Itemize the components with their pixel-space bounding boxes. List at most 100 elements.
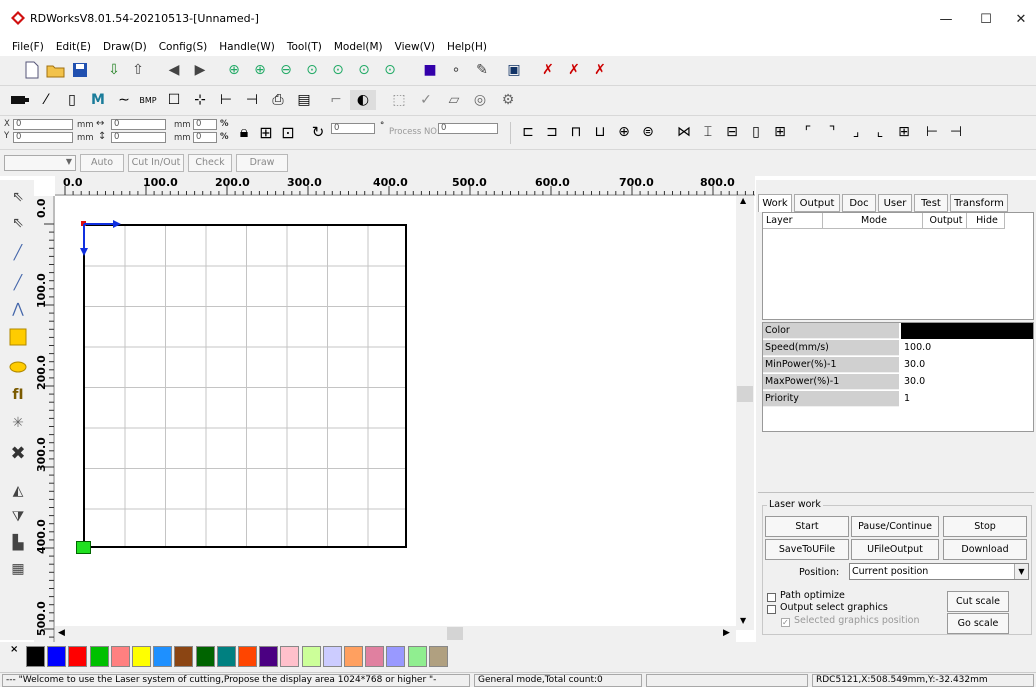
color-swatch[interactable] [47, 646, 67, 667]
prop-priority-value[interactable]: 1 [901, 391, 1033, 407]
color-swatch[interactable] [280, 646, 300, 667]
save-icon[interactable] [70, 60, 90, 80]
color-swatch[interactable] [386, 646, 406, 667]
pen-icon[interactable]: ✎ [472, 60, 492, 80]
zoom-out-icon[interactable]: ⊖ [276, 60, 296, 80]
color-swatch[interactable] [68, 646, 88, 667]
color-swatch[interactable] [174, 646, 194, 667]
pause-continue-button[interactable]: Pause/Continue [851, 516, 939, 537]
cut-scale-button[interactable]: Cut scale [947, 591, 1009, 612]
shade-icon[interactable]: ◐ [350, 90, 376, 110]
scroll-left-icon[interactable]: ◀ [58, 628, 65, 638]
close-button[interactable]: ✕ [1006, 6, 1036, 34]
scroll-down-icon[interactable]: ▼ [740, 616, 746, 625]
new-file-icon[interactable] [22, 60, 42, 80]
menu-handle[interactable]: Handle(W) [215, 38, 279, 56]
same-size-icon[interactable]: ⊞ [770, 122, 790, 142]
dot-tool-icon[interactable]: ✳ [7, 412, 29, 434]
prop-minpower-value[interactable]: 30.0 [901, 357, 1033, 373]
rotate-icon[interactable]: ↻ [308, 122, 328, 142]
rectangle-icon[interactable] [7, 326, 29, 348]
chevron-down-icon[interactable]: ▼ [1014, 564, 1028, 579]
import-icon[interactable]: ⇩ [104, 60, 124, 80]
open-folder-icon[interactable] [46, 60, 66, 80]
align-top-icon[interactable]: ⊓ [566, 122, 586, 142]
color-swatch[interactable] [301, 646, 321, 667]
prop-color-swatch[interactable] [901, 323, 1033, 339]
ufile-output-button[interactable]: UFileOutput [851, 539, 939, 560]
col-layer[interactable]: Layer [763, 213, 823, 229]
menu-file[interactable]: File(F) [8, 38, 48, 56]
menu-view[interactable]: View(V) [391, 38, 439, 56]
ruler-icon[interactable]: ▯ [62, 90, 82, 110]
tab-user[interactable]: User [878, 194, 912, 212]
work-canvas[interactable] [55, 196, 736, 626]
vertical-scrollbar[interactable]: ▲ ▼ [736, 196, 754, 630]
tab-transform[interactable]: Transform [950, 194, 1008, 212]
zoom-fit-icon[interactable]: ⊙ [354, 60, 374, 80]
align-center-h-icon[interactable]: ⊕ [614, 122, 634, 142]
maximize-button[interactable]: ☐ [966, 6, 1006, 34]
save-to-ufile-button[interactable]: SaveToUFile [765, 539, 849, 560]
menu-config[interactable]: Config(S) [155, 38, 212, 56]
layer-table[interactable]: Layer Mode Output Hide [762, 212, 1034, 320]
width-input[interactable]: 0 [111, 119, 166, 130]
color-swatch[interactable] [195, 646, 215, 667]
panel-splitter[interactable] [758, 492, 1034, 493]
space-h-icon[interactable]: ⋈ [674, 122, 694, 142]
print-icon[interactable]: ⎙ [268, 90, 288, 110]
check-all-icon[interactable]: ✗ [590, 60, 610, 80]
mirror-h-icon[interactable]: ◭ [7, 480, 29, 502]
lock-icon[interactable]: 🔒︎ [234, 122, 254, 142]
horizontal-scrollbar[interactable]: ◀ ▶ [55, 626, 736, 642]
zoom-all-icon[interactable]: ⊙ [380, 60, 400, 80]
corner-tr-icon[interactable]: ⌝ [822, 122, 842, 142]
menu-tool[interactable]: Tool(T) [283, 38, 326, 56]
rect-select-icon[interactable]: ☐ [164, 90, 184, 110]
menu-draw[interactable]: Draw(D) [99, 38, 151, 56]
color-swatch[interactable] [89, 646, 109, 667]
draw-button[interactable]: Draw [236, 154, 288, 172]
selected-pos-checkbox[interactable]: ✓ [781, 618, 790, 627]
width-icon[interactable]: ⊢ [216, 90, 236, 110]
frame-icon[interactable]: ■ [420, 60, 440, 80]
same-width-icon[interactable]: ⊟ [722, 122, 742, 142]
color-swatch[interactable] [428, 646, 448, 667]
panel-icon[interactable]: ▤ [294, 90, 314, 110]
space-v-icon[interactable]: ⌶ [698, 122, 718, 142]
tab-test[interactable]: Test [914, 194, 948, 212]
dist-left-icon[interactable]: ⊢ [922, 122, 942, 142]
text-icon[interactable]: fI [7, 384, 29, 406]
dist-right-icon[interactable]: ⊣ [946, 122, 966, 142]
auto-button[interactable]: Auto [80, 154, 124, 172]
prop-speed-value[interactable]: 100.0 [901, 340, 1033, 356]
position-select[interactable]: Current position ▼ [849, 563, 1029, 580]
same-height-icon[interactable]: ▯ [746, 122, 766, 142]
menu-edit[interactable]: Edit(E) [52, 38, 95, 56]
parallelogram-icon[interactable]: ▱ [444, 90, 464, 110]
undo-icon[interactable]: ◀ [164, 60, 184, 80]
line-icon[interactable]: ╱ [7, 242, 29, 264]
col-mode[interactable]: Mode [823, 213, 923, 229]
cut-in-out-button[interactable]: Cut In/Out [128, 154, 184, 172]
check-x-icon[interactable]: ✗ [538, 60, 558, 80]
dotted-frame-icon[interactable]: ⬚ [386, 90, 412, 110]
minimize-button[interactable]: — [926, 6, 966, 34]
checkbox-icon[interactable]: ⌐ [326, 90, 346, 110]
redo-icon[interactable]: ▶ [190, 60, 210, 80]
prop-maxpower-value[interactable]: 30.0 [901, 374, 1033, 390]
color-swatch[interactable] [322, 646, 342, 667]
color-swatch[interactable] [259, 646, 279, 667]
check-mark-icon[interactable]: ✓ [416, 90, 436, 110]
rotate-input[interactable]: 0 [331, 123, 375, 134]
tab-output[interactable]: Output [794, 194, 840, 212]
width-percent-input[interactable]: 0 [193, 119, 217, 130]
array-icon[interactable]: ▦ [7, 558, 29, 580]
dot-icon[interactable]: ∘ [446, 60, 466, 80]
color-swatch[interactable] [365, 646, 385, 667]
align-icon[interactable]: ▙ [7, 532, 29, 554]
zoom-in-icon[interactable]: ⊕ [224, 60, 244, 80]
close-palette-icon[interactable]: × [10, 644, 18, 655]
output-select-checkbox[interactable] [767, 605, 776, 614]
height-percent-input[interactable]: 0 [193, 132, 217, 143]
